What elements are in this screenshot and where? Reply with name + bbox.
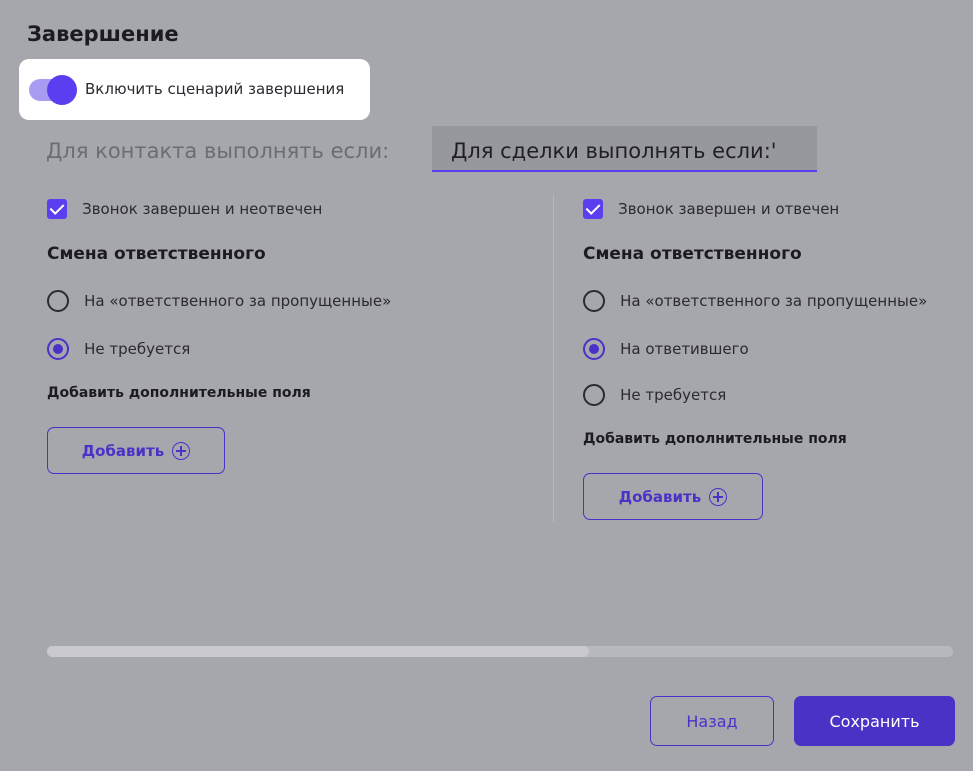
right-radio-not-required-control[interactable]	[583, 384, 605, 406]
right-checkbox-label: Звонок завершен и отвечен	[618, 199, 840, 218]
right-radio-answered-control[interactable]	[583, 338, 605, 360]
left-radio-label: На «ответственного за пропущенные»	[84, 292, 392, 310]
right-radio-label: Не требуется	[620, 386, 727, 404]
page-title: Завершение	[27, 22, 179, 46]
left-section-title: Смена ответственного	[47, 244, 266, 264]
right-radio-not-required[interactable]: Не требуется	[583, 384, 726, 406]
plus-circle-icon	[172, 441, 191, 460]
right-add-button[interactable]: Добавить	[583, 473, 763, 520]
right-radio-missed-responsible[interactable]: На «ответственного за пропущенные»	[583, 290, 927, 312]
right-call-answered-checkbox[interactable]	[583, 198, 603, 219]
left-radio-missed-responsible-control[interactable]	[47, 290, 69, 312]
left-fields-title: Добавить дополнительные поля	[47, 385, 311, 401]
left-radio-not-required[interactable]: Не требуется	[47, 338, 190, 360]
left-call-unanswered-checkbox[interactable]	[47, 198, 67, 219]
left-radio-not-required-control[interactable]	[47, 338, 69, 360]
completion-panel: Завершение Включить сценарий завершения …	[0, 0, 973, 771]
horizontal-scrollbar[interactable]	[47, 646, 953, 657]
back-button[interactable]: Назад	[650, 696, 774, 746]
toggle-highlight: Включить сценарий завершения	[19, 59, 370, 120]
right-radio-answered[interactable]: На ответившего	[583, 338, 749, 360]
tab-contact[interactable]: Для контакта выполнять если:	[46, 126, 389, 172]
right-checkbox-row[interactable]: Звонок завершен и отвечен	[583, 198, 839, 219]
plus-circle-icon	[709, 487, 728, 506]
scrollbar-thumb[interactable]	[47, 646, 589, 657]
left-radio-missed-responsible[interactable]: На «ответственного за пропущенные»	[47, 290, 391, 312]
enable-completion-toggle[interactable]	[29, 75, 77, 105]
right-section-title: Смена ответственного	[583, 244, 802, 264]
right-add-label: Добавить	[618, 487, 702, 506]
left-add-button[interactable]: Добавить	[47, 427, 225, 474]
left-add-label: Добавить	[81, 441, 165, 460]
tab-deal[interactable]: Для сделки выполнять если:'	[432, 126, 817, 172]
right-radio-missed-responsible-control[interactable]	[583, 290, 605, 312]
right-radio-label: На «ответственного за пропущенные»	[620, 292, 928, 310]
right-fields-title: Добавить дополнительные поля	[583, 431, 847, 447]
left-checkbox-row[interactable]: Звонок завершен и неотвечен	[47, 198, 322, 219]
left-checkbox-label: Звонок завершен и неотвечен	[82, 199, 323, 218]
save-button[interactable]: Сохранить	[794, 696, 955, 746]
toggle-label: Включить сценарий завершения	[85, 80, 345, 98]
right-radio-label: На ответившего	[620, 340, 749, 358]
left-radio-label: Не требуется	[84, 340, 191, 358]
toggle-knob	[47, 75, 77, 105]
column-divider	[553, 195, 554, 522]
